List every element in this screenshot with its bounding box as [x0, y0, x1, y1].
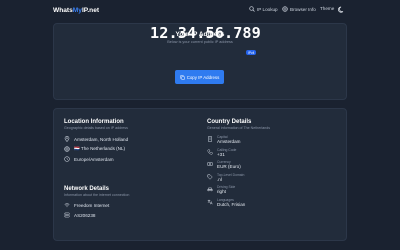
top-bar: WhatsMyIP.net IP Lookup Browser Info The…: [0, 0, 400, 22]
country-tld-value: .nl: [217, 176, 222, 182]
network-isp-row: Freedom Internet: [64, 200, 196, 210]
country-currency-value: EUR (Euro): [217, 164, 241, 170]
car-icon: [207, 187, 213, 192]
ip-address-value[interactable]: 12.34.56.789: [150, 24, 300, 42]
location-country: 🇳🇱 The Netherlands (NL): [74, 146, 126, 151]
details-card: Location Information Geographic details …: [53, 108, 347, 241]
location-city: Amsterdam, North Holland: [74, 136, 129, 142]
network-title: Network Details: [64, 186, 110, 192]
server-icon: [64, 212, 70, 218]
network-isp: Freedom Internet: [74, 202, 110, 208]
moon-icon: [338, 6, 344, 13]
building-icon: [208, 136, 212, 142]
location-timezone-row: Europe/Amsterdam: [64, 154, 196, 164]
nav-ip-lookup[interactable]: IP Lookup: [249, 6, 278, 12]
tag-icon: [207, 174, 213, 180]
nav-theme[interactable]: Theme: [320, 6, 334, 11]
country-calling-code-row: Calling Code +31: [207, 148, 339, 161]
nav-browser-info[interactable]: Browser Info: [282, 6, 316, 12]
copy-ip-label: Copy IP Address: [186, 74, 220, 80]
currency-icon: [207, 162, 213, 166]
country-languages-row: Languages Dutch, Frisian: [207, 198, 339, 211]
brand-text-highlight: My: [72, 7, 82, 14]
network-asn-row: AS206238: [64, 210, 196, 220]
search-icon: [249, 6, 255, 12]
theme-toggle[interactable]: [338, 6, 345, 13]
copy-icon: [179, 74, 185, 80]
nav-theme-label: Theme: [320, 6, 335, 11]
location-title: Location Information: [64, 119, 124, 125]
nav-ip-lookup-label: IP Lookup: [257, 6, 278, 12]
ip-version-badge: IPv4: [246, 50, 257, 56]
country-driving-side-value: right: [217, 189, 226, 195]
location-country-row: 🇳🇱 The Netherlands (NL): [64, 144, 196, 154]
country-title: Country Details: [207, 119, 252, 125]
map-pin-icon: [64, 136, 70, 142]
location-city-row: Amsterdam, North Holland: [64, 134, 196, 144]
copy-ip-button[interactable]: Copy IP Address: [175, 70, 224, 84]
location-section: Location Information Geographic details …: [64, 119, 196, 164]
wifi-icon: [64, 203, 70, 208]
phone-icon: [207, 149, 213, 155]
country-capital-row: Capital Amsterdam: [207, 135, 339, 148]
country-languages-value: Dutch, Frisian: [217, 201, 246, 207]
country-calling-code-value: +31: [217, 151, 225, 157]
country-tld-row: Top-Level Domain .nl: [207, 173, 339, 186]
languages-icon: [207, 199, 213, 204]
country-currency-row: Currency EUR (Euro): [207, 160, 339, 173]
nav-browser-info-label: Browser Info: [290, 6, 316, 12]
globe-icon: [282, 6, 288, 12]
site-logo[interactable]: WhatsMyIP.net: [53, 7, 99, 14]
brand-text-start: Whats: [53, 7, 73, 14]
country-driving-side-row: Driving Side right: [207, 185, 339, 198]
network-section: Network Details Information about the in…: [64, 186, 196, 220]
country-capital-value: Amsterdam: [217, 139, 241, 145]
location-timezone: Europe/Amsterdam: [74, 156, 114, 162]
brand-text-end: IP.net: [81, 7, 100, 14]
page: WhatsMyIP.net IP Lookup Browser Info The…: [0, 0, 400, 250]
clock-icon: [64, 156, 70, 162]
globe-icon: [64, 146, 70, 152]
country-section: Country Details General information of T…: [207, 119, 339, 210]
network-asn: AS206238: [74, 212, 96, 218]
